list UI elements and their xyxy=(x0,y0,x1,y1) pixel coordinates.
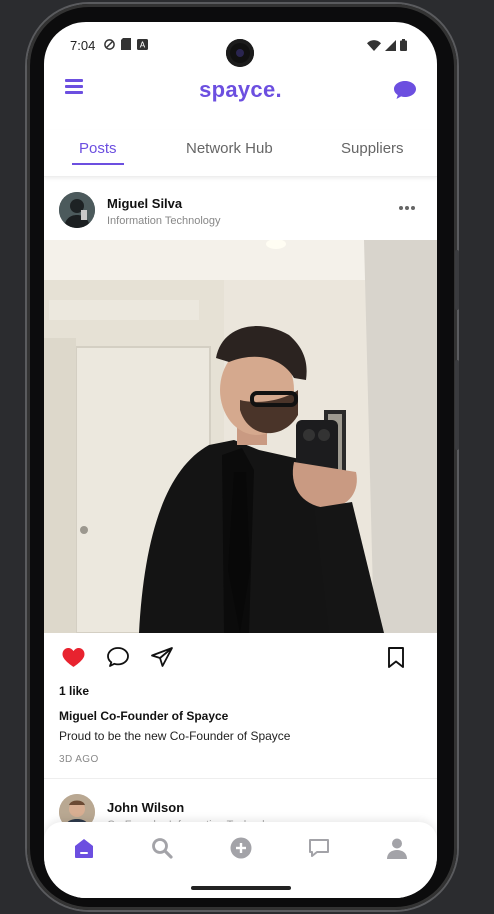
app-logo: spayce. xyxy=(199,77,282,102)
signal-icon xyxy=(385,39,396,51)
keyboard-icon: A xyxy=(137,38,148,50)
post-header: Miguel Silva Information Technology xyxy=(44,188,437,238)
front-camera xyxy=(226,39,254,67)
tab-suppliers[interactable]: Suppliers xyxy=(341,140,404,157)
chat-icon[interactable] xyxy=(393,80,417,100)
search-icon[interactable] xyxy=(150,836,174,860)
post-author[interactable]: Miguel Silva xyxy=(107,196,182,211)
more-options-icon[interactable] xyxy=(399,206,415,210)
post-actions xyxy=(44,646,437,676)
mirror-selfie-image xyxy=(44,240,437,633)
gesture-home-bar[interactable] xyxy=(191,886,291,890)
bookmark-icon[interactable] xyxy=(387,647,405,668)
post-timestamp: 3D AGO xyxy=(59,754,99,765)
comment-icon[interactable] xyxy=(106,646,130,668)
profile-icon[interactable] xyxy=(385,836,409,860)
add-icon[interactable] xyxy=(229,836,253,860)
home-icon[interactable] xyxy=(72,836,96,860)
power-button xyxy=(455,360,459,450)
dnd-icon xyxy=(104,38,115,50)
tab-network-hub[interactable]: Network Hub xyxy=(186,140,273,157)
post-author-role: Information Technology xyxy=(107,215,221,227)
volume-button xyxy=(455,250,459,310)
post-caption-text: Proud to be the new Co-Founder of Spayce xyxy=(59,729,291,743)
sd-card-icon xyxy=(121,38,131,50)
wifi-icon xyxy=(367,39,381,51)
feed-tabs: Posts Network Hub Suppliers xyxy=(44,130,437,177)
like-count[interactable]: 1 like xyxy=(59,684,89,698)
like-heart-icon[interactable] xyxy=(61,646,86,668)
post-caption-title: Miguel Co-Founder of Spayce xyxy=(59,709,229,723)
battery-icon xyxy=(400,39,407,51)
active-tab-indicator xyxy=(72,163,124,165)
status-bar: 7:04 A xyxy=(44,22,437,68)
tab-posts[interactable]: Posts xyxy=(79,140,117,157)
avatar[interactable] xyxy=(59,192,95,228)
share-send-icon[interactable] xyxy=(150,646,174,668)
next-post-author[interactable]: John Wilson xyxy=(107,800,184,815)
post-divider xyxy=(44,778,437,779)
post-image[interactable] xyxy=(44,240,437,633)
messages-icon[interactable] xyxy=(307,836,331,860)
app-header: spayce. xyxy=(44,72,437,112)
status-time: 7:04 xyxy=(70,38,96,53)
app-screen: 7:04 A spayce. Posts Network Hub Supplie… xyxy=(44,22,437,898)
svg-text:A: A xyxy=(140,40,146,49)
